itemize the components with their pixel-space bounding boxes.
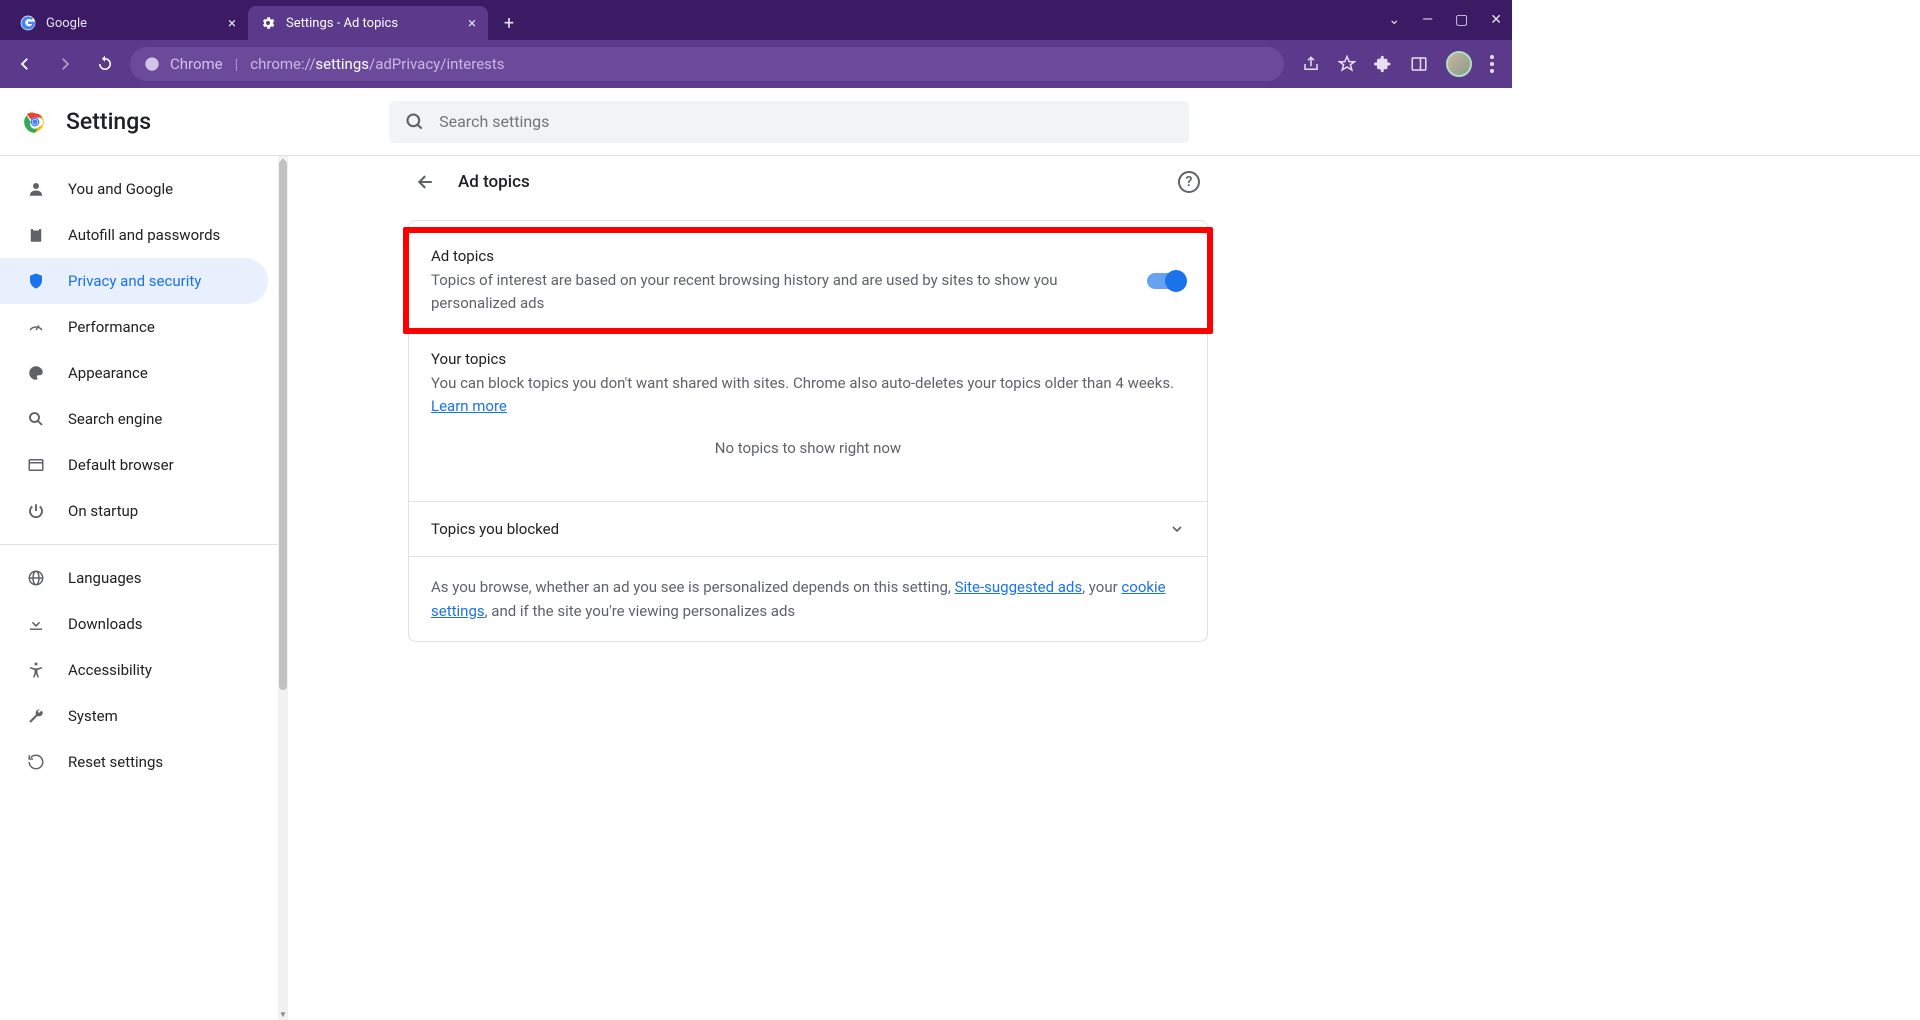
url-scheme-label: Chrome xyxy=(170,55,223,73)
search-icon xyxy=(26,410,46,428)
panel-title: Ad topics xyxy=(458,172,530,192)
ad-topics-title: Ad topics xyxy=(431,247,1127,265)
sidebar-item-reset[interactable]: Reset settings xyxy=(0,739,268,785)
help-icon[interactable]: ? xyxy=(1178,171,1200,193)
search-icon xyxy=(405,112,425,132)
your-topics-empty: No topics to show right now xyxy=(431,417,1185,485)
tab-title: Google xyxy=(46,16,87,31)
sidebar-item-on-startup[interactable]: On startup xyxy=(0,488,268,534)
tab-google[interactable]: Google × xyxy=(8,6,248,40)
scroll-down-icon[interactable]: ▼ xyxy=(278,1010,288,1020)
learn-more-link[interactable]: Learn more xyxy=(431,397,507,415)
ad-topics-card: Ad topics Topics of interest are based o… xyxy=(408,220,1208,642)
your-topics-desc: You can block topics you don't want shar… xyxy=(431,372,1185,417)
ad-topics-desc: Topics of interest are based on your rec… xyxy=(431,269,1127,314)
sidebar-item-you-and-google[interactable]: You and Google xyxy=(0,166,268,212)
toolbar-actions xyxy=(1294,51,1502,77)
chrome-shield-icon xyxy=(144,56,160,72)
restore-icon xyxy=(26,753,46,771)
menu-dots-icon[interactable] xyxy=(1490,55,1494,73)
google-favicon xyxy=(20,15,36,31)
chevron-down-icon xyxy=(1169,521,1185,537)
shield-icon xyxy=(26,272,46,290)
browser-titlebar: Google × Settings - Ad topics × + ⌄ ― ▢ … xyxy=(0,0,1512,40)
divider xyxy=(0,544,288,545)
window-controls: ⌄ ― ▢ ✕ xyxy=(1388,0,1512,40)
footnote: As you browse, whether an ad you see is … xyxy=(409,556,1207,641)
settings-search[interactable] xyxy=(389,101,1189,143)
gear-icon xyxy=(260,15,276,31)
browser-icon xyxy=(26,456,46,474)
settings-content: Ad topics ? Ad topics Topics of interest… xyxy=(288,156,1920,1020)
sidebar-item-performance[interactable]: Performance xyxy=(0,304,268,350)
download-icon xyxy=(26,615,46,633)
maximize-icon[interactable]: ▢ xyxy=(1455,12,1468,28)
settings-sidebar: You and Google Autofill and passwords Pr… xyxy=(0,156,288,1020)
close-icon[interactable]: × xyxy=(468,14,476,32)
tab-settings[interactable]: Settings - Ad topics × xyxy=(248,6,488,40)
sidebar-scrollbar[interactable]: ▲ ▼ xyxy=(278,156,288,1020)
address-bar[interactable]: Chrome | chrome://settings/adPrivacy/int… xyxy=(130,47,1284,81)
accessibility-icon xyxy=(26,661,46,679)
back-button[interactable] xyxy=(10,49,40,79)
sidebar-item-search-engine[interactable]: Search engine xyxy=(0,396,268,442)
search-input[interactable] xyxy=(439,112,1173,131)
close-icon[interactable]: × xyxy=(228,14,236,32)
speedometer-icon xyxy=(26,318,46,336)
forward-button[interactable] xyxy=(50,49,80,79)
tab-strip: Google × Settings - Ad topics × + xyxy=(0,0,1388,40)
sidebar-item-system[interactable]: System xyxy=(0,693,268,739)
bookmark-star-icon[interactable] xyxy=(1338,55,1356,73)
sidebar-item-privacy[interactable]: Privacy and security xyxy=(0,258,268,304)
ad-topics-toggle[interactable] xyxy=(1147,273,1185,289)
sidebar-item-appearance[interactable]: Appearance xyxy=(0,350,268,396)
chevron-down-icon[interactable]: ⌄ xyxy=(1388,12,1400,28)
sidebar-item-downloads[interactable]: Downloads xyxy=(0,601,268,647)
browser-toolbar: Chrome | chrome://settings/adPrivacy/int… xyxy=(0,40,1512,88)
chrome-logo-icon xyxy=(22,109,48,135)
topics-you-blocked-row[interactable]: Topics you blocked xyxy=(409,501,1207,556)
tab-title: Settings - Ad topics xyxy=(286,16,398,31)
sidepanel-icon[interactable] xyxy=(1410,55,1428,73)
clipboard-icon xyxy=(26,226,46,244)
person-icon xyxy=(26,180,46,198)
sidebar-item-autofill[interactable]: Autofill and passwords xyxy=(0,212,268,258)
profile-avatar[interactable] xyxy=(1446,51,1472,77)
wrench-icon xyxy=(26,707,46,725)
site-suggested-ads-link[interactable]: Site-suggested ads xyxy=(955,578,1083,596)
your-topics-title: Your topics xyxy=(431,350,1185,368)
sidebar-item-default-browser[interactable]: Default browser xyxy=(0,442,268,488)
new-tab-button[interactable]: + xyxy=(494,8,524,38)
page-title: Settings xyxy=(66,108,151,135)
scrollbar-thumb[interactable] xyxy=(279,160,287,690)
panel-header: Ad topics ? xyxy=(408,156,1208,208)
globe-icon xyxy=(26,569,46,587)
minimize-icon[interactable]: ― xyxy=(1422,12,1433,28)
close-window-icon[interactable]: ✕ xyxy=(1490,12,1502,28)
sidebar-item-accessibility[interactable]: Accessibility xyxy=(0,647,268,693)
reload-button[interactable] xyxy=(90,49,120,79)
extensions-icon[interactable] xyxy=(1374,55,1392,73)
share-icon[interactable] xyxy=(1302,55,1320,73)
settings-header: Settings xyxy=(0,88,1920,156)
your-topics-section: Your topics You can block topics you don… xyxy=(409,334,1207,501)
sidebar-item-languages[interactable]: Languages xyxy=(0,555,268,601)
panel-back-button[interactable] xyxy=(416,172,436,192)
power-icon xyxy=(26,502,46,520)
url-text: chrome://settings/adPrivacy/interests xyxy=(250,55,504,73)
ad-topics-toggle-row: Ad topics Topics of interest are based o… xyxy=(403,227,1213,334)
palette-icon xyxy=(26,364,46,382)
